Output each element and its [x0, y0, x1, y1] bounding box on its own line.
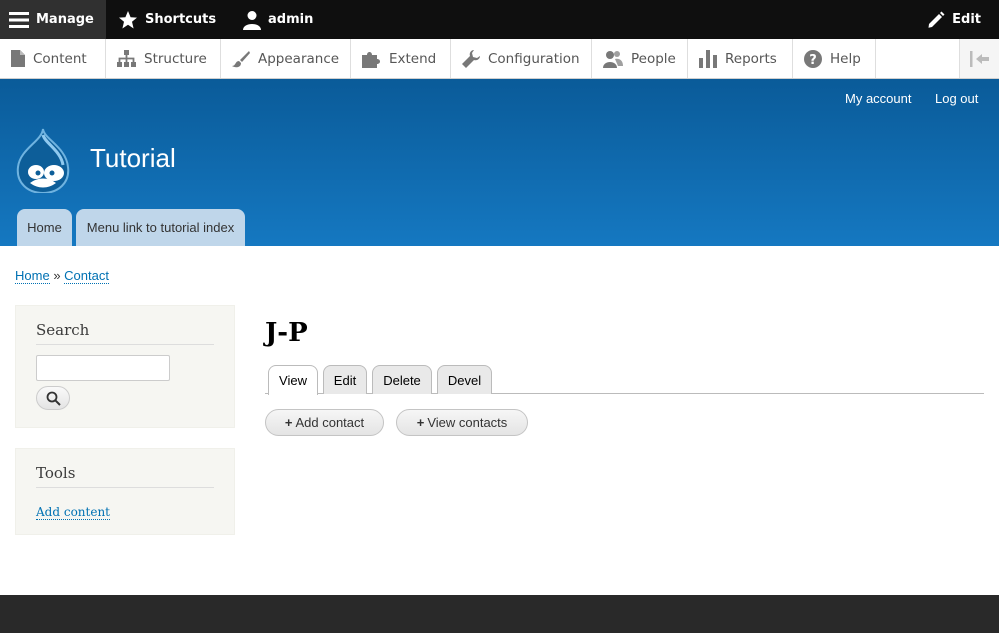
- search-button[interactable]: [36, 386, 70, 410]
- user-menu-button[interactable]: admin: [243, 0, 313, 39]
- paintbrush-icon: [232, 50, 250, 67]
- tray-item-people[interactable]: People: [592, 39, 688, 78]
- tab-devel[interactable]: Devel: [437, 365, 492, 394]
- sitemap-icon: [117, 50, 136, 67]
- search-icon: [46, 391, 61, 406]
- page-title: J-P: [265, 318, 308, 348]
- primary-tab-tutorial-index[interactable]: Menu link to tutorial index: [76, 209, 245, 246]
- tray-label-content: Content: [33, 50, 87, 67]
- collapse-left-icon: [969, 50, 989, 67]
- tab-edit[interactable]: Edit: [323, 365, 367, 394]
- svg-text:?: ?: [809, 53, 817, 68]
- tray-item-structure[interactable]: Structure: [106, 39, 221, 78]
- search-block: Search: [15, 305, 235, 428]
- puzzle-icon: [362, 51, 380, 68]
- site-footer: [0, 595, 999, 633]
- tab-delete[interactable]: Delete: [372, 365, 432, 394]
- user-icon: [243, 10, 261, 30]
- tray-item-extend[interactable]: Extend: [351, 39, 451, 78]
- search-block-title: Search: [36, 321, 214, 345]
- star-icon: [119, 10, 137, 28]
- site-header: My account Log out Tutorial Home Menu li…: [0, 79, 999, 246]
- edit-label: Edit: [952, 12, 981, 27]
- log-out-link[interactable]: Log out: [935, 91, 978, 106]
- primary-tab-home[interactable]: Home: [17, 209, 72, 246]
- plus-icon: +: [416, 415, 425, 430]
- help-icon: ?: [804, 49, 822, 68]
- plus-icon: +: [284, 415, 293, 430]
- edit-mode-button[interactable]: Edit: [927, 0, 981, 39]
- tray-item-configuration[interactable]: Configuration: [451, 39, 592, 78]
- tools-block-title: Tools: [36, 464, 214, 488]
- tray-item-reports[interactable]: Reports: [688, 39, 793, 78]
- manage-label: Manage: [36, 12, 94, 27]
- manage-button[interactable]: Manage: [0, 0, 106, 39]
- site-name[interactable]: Tutorial: [90, 143, 176, 174]
- shortcuts-button[interactable]: Shortcuts: [118, 0, 216, 39]
- tray-label-appearance: Appearance: [258, 50, 340, 67]
- drupal-logo[interactable]: [14, 127, 72, 193]
- admin-tray: Content Structure Appearance Extend Conf…: [0, 39, 999, 79]
- tray-item-help[interactable]: ? Help: [793, 39, 876, 78]
- breadcrumb-contact-link[interactable]: Contact: [64, 268, 109, 284]
- tray-item-appearance[interactable]: Appearance: [221, 39, 351, 78]
- add-contact-label: Add contact: [295, 415, 365, 430]
- search-input[interactable]: [36, 355, 170, 381]
- tray-label-help: Help: [830, 50, 861, 67]
- pencil-icon: [928, 11, 945, 28]
- tray-label-people: People: [631, 50, 676, 67]
- wrench-icon: [462, 49, 480, 68]
- view-contacts-button[interactable]: + View contacts: [396, 409, 528, 436]
- people-icon: [603, 50, 623, 68]
- my-account-link[interactable]: My account: [845, 91, 911, 106]
- hamburger-icon: [9, 11, 29, 28]
- tray-label-structure: Structure: [144, 50, 207, 67]
- admin-toolbar: Manage Shortcuts admin Edit: [0, 0, 999, 39]
- tools-block: Tools Add content: [15, 448, 235, 535]
- breadcrumb: Home » Contact: [15, 268, 109, 284]
- user-label: admin: [268, 12, 314, 27]
- view-contacts-label: View contacts: [427, 415, 508, 430]
- tray-label-reports: Reports: [725, 50, 777, 67]
- tab-view[interactable]: View: [268, 365, 318, 395]
- breadcrumb-home-link[interactable]: Home: [15, 268, 50, 284]
- tray-item-content[interactable]: Content: [0, 39, 106, 78]
- breadcrumb-separator: »: [53, 268, 61, 283]
- add-content-link[interactable]: Add content: [36, 505, 110, 520]
- tray-orientation-toggle[interactable]: [959, 39, 999, 78]
- document-icon: [11, 50, 25, 67]
- shortcuts-label: Shortcuts: [145, 12, 217, 27]
- add-contact-button[interactable]: + Add contact: [265, 409, 384, 436]
- tray-label-extend: Extend: [389, 50, 437, 67]
- bar-chart-icon: [699, 49, 717, 68]
- tray-label-configuration: Configuration: [488, 50, 580, 67]
